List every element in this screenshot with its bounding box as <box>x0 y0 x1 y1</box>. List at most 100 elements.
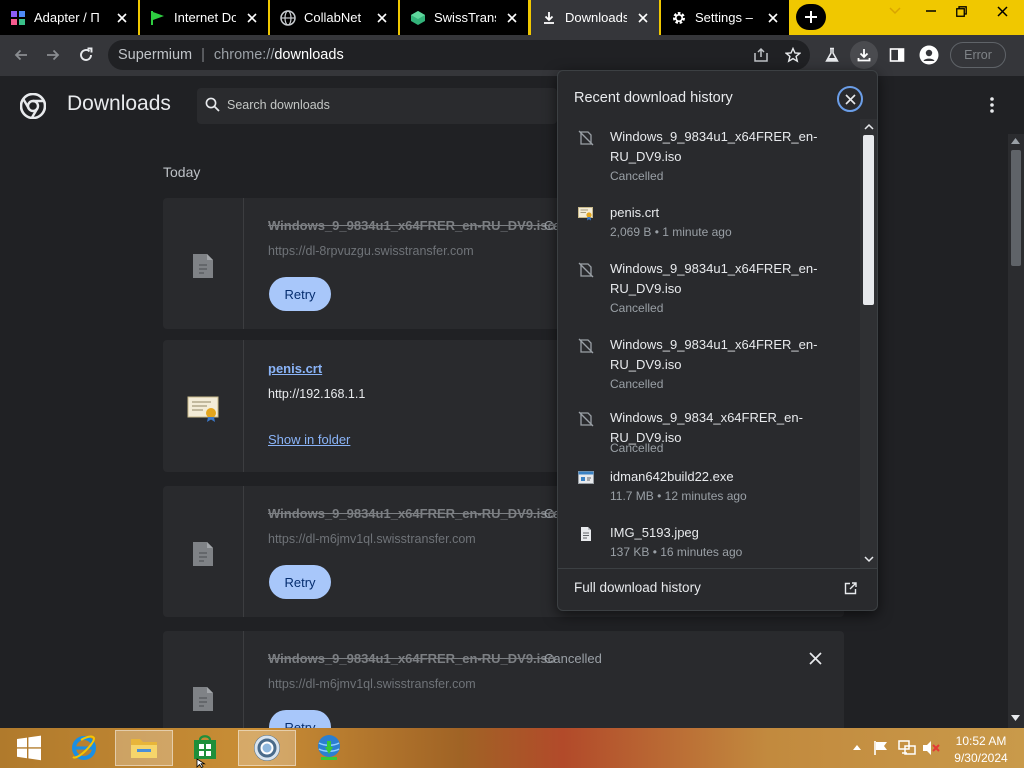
popup-download-item[interactable]: IMG_5193.jpeg 137 KB • 16 minutes ago <box>558 523 860 563</box>
tab-close-icon[interactable] <box>765 10 781 26</box>
retry-button[interactable]: Retry <box>269 565 331 599</box>
downloads-button[interactable] <box>850 41 878 69</box>
popup-download-item[interactable]: idman642build22.exe 11.7 MB • 12 minutes… <box>558 467 860 507</box>
search-icon <box>205 97 220 112</box>
retry-button[interactable]: Retry <box>269 277 331 311</box>
popup-item-status: 137 KB • 16 minutes ago <box>610 545 743 559</box>
green-flag-icon <box>150 10 166 26</box>
restore-button[interactable] <box>946 0 976 22</box>
download-icon <box>541 10 557 26</box>
taskbar-internet-explorer[interactable] <box>55 730 113 766</box>
tab-close-icon[interactable] <box>114 10 130 26</box>
taskbar-file-explorer[interactable] <box>115 730 173 766</box>
open-in-new-icon <box>844 582 857 595</box>
scroll-down-arrow-icon[interactable] <box>1010 714 1021 722</box>
tab-internet-download[interactable]: Internet Do <box>140 0 268 35</box>
folder-icon <box>131 739 157 758</box>
taskbar-supermium[interactable] <box>238 730 296 766</box>
download-bubble: Recent download history Windows_9_9834u1… <box>557 70 878 611</box>
minimize-button[interactable] <box>916 0 946 22</box>
show-in-folder-link[interactable]: Show in folder <box>268 432 350 447</box>
error-button[interactable]: Error <box>950 42 1006 68</box>
share-button[interactable] <box>747 41 775 69</box>
close-icon <box>844 93 856 105</box>
file-icon <box>192 686 214 712</box>
chevron-down-icon[interactable] <box>864 556 874 563</box>
action-center-flag-icon[interactable] <box>873 740 889 756</box>
side-panel-button[interactable] <box>883 41 911 69</box>
network-icon[interactable] <box>898 740 916 756</box>
taskbar-internet-download-manager[interactable] <box>300 730 358 766</box>
cancelled-file-icon <box>578 130 594 146</box>
forward-button[interactable] <box>39 41 67 69</box>
volume-muted-icon[interactable] <box>922 740 940 756</box>
popup-download-item[interactable]: Windows_9_9834u1_x64FRER_en-RU_DV9.iso C… <box>558 335 860 395</box>
popup-item-name: penis.crt <box>610 205 660 220</box>
new-tab-button[interactable] <box>796 4 826 30</box>
reload-icon <box>80 47 93 61</box>
reload-button[interactable] <box>72 41 100 69</box>
arrow-left-icon <box>14 49 27 61</box>
search-placeholder: Search downloads <box>227 98 330 112</box>
flask-icon <box>825 47 839 62</box>
download-filename[interactable]: Windows_9_9834u1_x64FRER_en-RU_DV9.iso <box>268 651 555 666</box>
close-icon <box>996 5 1008 17</box>
chevron-up-icon[interactable] <box>864 123 874 130</box>
remove-download-button[interactable] <box>809 652 822 665</box>
file-icon <box>192 541 214 567</box>
address-bar[interactable]: Supermium | chrome:// downloads <box>108 40 810 70</box>
omnibox-separator: | <box>201 47 205 63</box>
tab-settings[interactable]: Settings – S <box>661 0 789 35</box>
start-button[interactable] <box>0 730 58 766</box>
internet-explorer-icon <box>72 735 96 760</box>
download-filename[interactable]: Windows_9_9834u1_x64FRER_en-RU_DV9.iso <box>268 218 555 233</box>
popup-item-status: Cancelled <box>610 169 664 183</box>
popup-download-item[interactable]: penis.crt 2,069 B • 1 minute ago <box>558 203 860 243</box>
mouse-cursor-icon <box>196 758 206 768</box>
close-window-button[interactable] <box>982 0 1022 22</box>
cancelled-file-icon <box>578 338 594 354</box>
more-menu-button[interactable] <box>984 96 1000 114</box>
clock-time[interactable]: 10:52 AM <box>950 734 1012 748</box>
popup-close-button[interactable] <box>837 86 863 112</box>
download-status: Cancelled <box>544 651 602 666</box>
arrow-right-icon <box>47 49 60 61</box>
scroll-up-arrow-icon[interactable] <box>1010 137 1021 145</box>
tab-swisstransfer[interactable]: SwissTransf <box>400 0 528 35</box>
tab-search-button[interactable] <box>880 0 910 22</box>
page-scrollbar-thumb[interactable] <box>1011 150 1021 266</box>
restore-icon <box>955 5 967 17</box>
tab-adapter[interactable]: Adapter / П <box>0 0 138 35</box>
clock-date[interactable]: 9/30/2024 <box>950 751 1012 765</box>
document-file-icon <box>578 526 594 542</box>
full-history-row[interactable]: Full download history <box>558 568 877 610</box>
retry-button[interactable]: Retry <box>269 710 331 728</box>
popup-item-status: Cancelled <box>610 377 664 391</box>
download-filename-link[interactable]: penis.crt <box>268 361 322 376</box>
tab-close-icon[interactable] <box>374 10 390 26</box>
cancelled-file-icon <box>578 411 594 427</box>
popup-download-item[interactable]: Windows_9_9834u1_x64FRER_en-RU_DV9.iso C… <box>558 259 860 319</box>
close-icon <box>809 652 822 665</box>
popup-item-name: IMG_5193.jpeg <box>610 525 699 540</box>
labs-button[interactable] <box>818 41 846 69</box>
full-history-link[interactable]: Full download history <box>574 580 701 595</box>
tab-downloads[interactable]: Downloads <box>531 0 659 35</box>
popup-download-item[interactable]: Windows_9_9834u1_x64FRER_en-RU_DV9.iso C… <box>558 127 860 187</box>
popup-item-status: Cancelled <box>610 301 664 315</box>
tab-close-icon[interactable] <box>244 10 260 26</box>
download-icon <box>857 49 871 62</box>
popup-item-name: Windows_9_9834u1_x64FRER_en-RU_DV9.iso <box>610 337 818 372</box>
popup-scrollbar-thumb[interactable] <box>863 135 874 305</box>
popup-download-item[interactable]: Windows_9_9834_x64FRER_en-RU_DV9.iso Can… <box>558 408 860 460</box>
show-hidden-icons-button[interactable] <box>852 744 862 751</box>
tab-close-icon[interactable] <box>635 10 651 26</box>
tab-collabnet[interactable]: CollabNet <box>270 0 398 35</box>
download-filename[interactable]: Windows_9_9834u1_x64FRER_en-RU_DV9.iso <box>268 506 555 521</box>
gear-icon <box>671 10 687 26</box>
bookmark-button[interactable] <box>779 41 807 69</box>
back-button[interactable] <box>7 41 35 69</box>
tab-close-icon[interactable] <box>504 10 520 26</box>
star-icon <box>785 47 801 63</box>
profile-button[interactable] <box>915 41 943 69</box>
